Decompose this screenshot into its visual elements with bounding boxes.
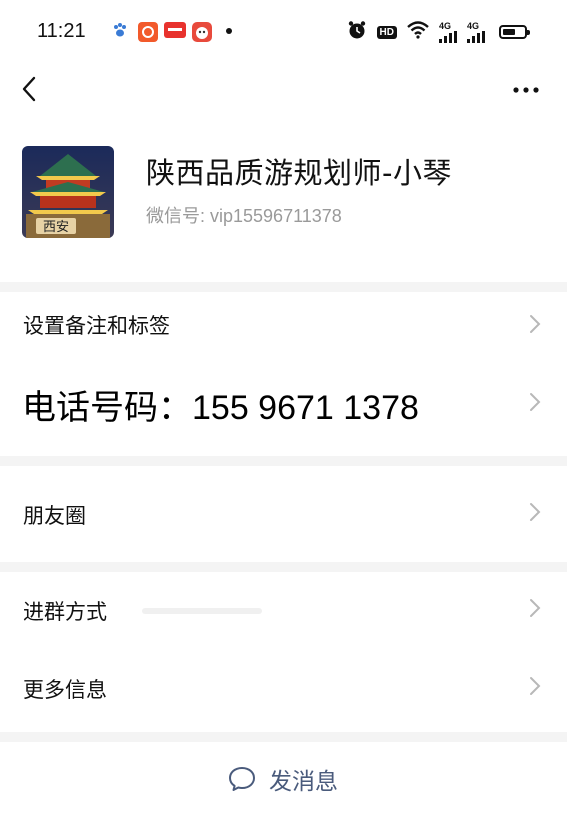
- more-dots-icon: [513, 87, 539, 93]
- remark-tags-label: 设置备注和标签: [23, 314, 170, 338]
- battery-level: [503, 29, 515, 35]
- status-bar: 11:21 HD 4G 4G: [0, 0, 567, 62]
- section-divider: [0, 456, 567, 466]
- chevron-right-icon: [530, 315, 541, 333]
- chevron-right-icon: [530, 503, 541, 521]
- avatar[interactable]: 西安: [22, 146, 114, 238]
- wifi-icon: [407, 21, 429, 43]
- network-type-2: 4G: [467, 20, 480, 31]
- remark-tags-row[interactable]: 设置备注和标签: [0, 292, 567, 356]
- contact-name: 陕西品质游规划师-小琴: [146, 156, 452, 190]
- status-time: 11:21: [37, 20, 86, 42]
- moments-row[interactable]: 朋友圈: [0, 466, 567, 562]
- more-info-label: 更多信息: [23, 678, 107, 702]
- chat-bubble-icon: [229, 767, 255, 791]
- back-button[interactable]: [18, 74, 42, 104]
- chevron-right-icon: [530, 599, 541, 617]
- signal-2-icon: 4G: [467, 20, 489, 43]
- send-message-label: 发消息: [269, 769, 338, 795]
- battery-icon: [499, 25, 530, 39]
- group-join-label: 进群方式: [23, 600, 107, 624]
- paw-app-icon: [112, 22, 128, 38]
- phone-number: 电话号码：155 9671 1378: [22, 389, 419, 427]
- avatar-text: 西安: [43, 220, 69, 235]
- section-divider: [0, 282, 567, 292]
- signal-1-icon: 4G: [439, 20, 457, 43]
- network-type-1: 4G: [439, 20, 452, 31]
- phone-row[interactable]: 电话号码：155 9671 1378: [0, 362, 567, 442]
- mascot-app-icon: [192, 22, 212, 42]
- more-info-row[interactable]: 更多信息: [0, 652, 567, 726]
- chevron-left-icon: [22, 76, 36, 102]
- group-join-row[interactable]: 进群方式: [0, 572, 567, 646]
- more-button[interactable]: [511, 78, 541, 102]
- alarm-icon: [347, 20, 367, 44]
- more-notifications-dot-icon: [226, 28, 232, 34]
- bell-tower-photo: 西安: [22, 146, 114, 238]
- send-message-button[interactable]: 发消息: [0, 750, 567, 806]
- moments-label: 朋友圈: [23, 504, 86, 528]
- section-divider: [0, 732, 567, 742]
- chevron-right-icon: [530, 393, 541, 411]
- wechat-id: 微信号: vip15596711378: [146, 206, 342, 226]
- blurred-value: [142, 608, 262, 614]
- chevron-right-icon: [530, 677, 541, 695]
- hd-voice-icon: HD: [376, 25, 397, 39]
- camera-app-icon: [138, 22, 158, 42]
- news-app-icon: [164, 22, 186, 38]
- section-divider: [0, 562, 567, 572]
